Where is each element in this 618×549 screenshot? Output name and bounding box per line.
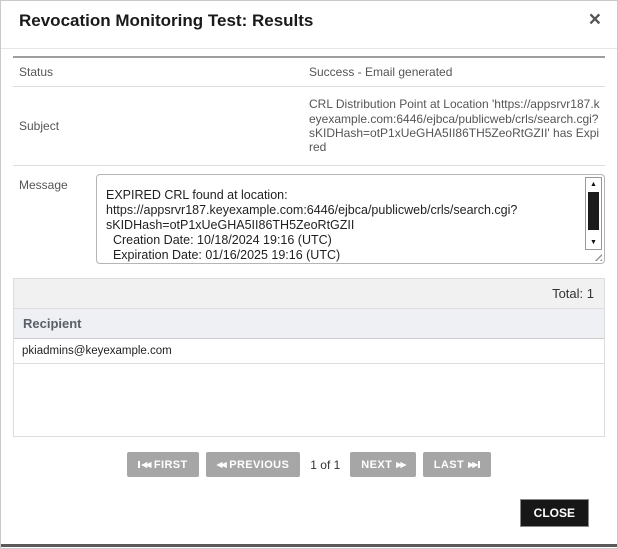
- dialog-header: Revocation Monitoring Test: Results ×: [1, 1, 617, 49]
- close-icon[interactable]: ×: [585, 11, 605, 30]
- first-page-icon: ◀◀: [138, 461, 150, 469]
- previous-page-label: PREVIOUS: [229, 459, 289, 471]
- page-status: 1 of 1: [310, 458, 340, 472]
- message-row: Message EXPIRED CRL found at location: h…: [13, 174, 605, 264]
- next-page-label: NEXT: [361, 459, 392, 471]
- subject-value: CRL Distribution Point at Location 'http…: [309, 87, 605, 166]
- next-page-button[interactable]: NEXT ▶▶: [350, 452, 415, 477]
- close-button[interactable]: CLOSE: [520, 499, 589, 527]
- last-page-label: LAST: [434, 459, 464, 471]
- dialog-footer: CLOSE: [13, 477, 605, 527]
- message-scrollbar[interactable]: ▲ ▼: [585, 177, 602, 250]
- results-table: Status Success - Email generated Subject…: [13, 56, 605, 166]
- recipients-table: Total: 1 Recipient pkiadmins@keyexample.…: [13, 278, 605, 437]
- scroll-down-icon[interactable]: ▼: [590, 239, 597, 249]
- scrollbar-thumb[interactable]: [588, 192, 599, 230]
- status-label: Status: [13, 57, 309, 87]
- last-page-button[interactable]: LAST ▶▶: [423, 452, 491, 477]
- previous-page-icon: ◀◀: [217, 461, 226, 469]
- next-page-icon: ▶▶: [396, 461, 405, 469]
- dialog-body: Status Success - Email generated Subject…: [1, 56, 617, 527]
- message-textarea[interactable]: EXPIRED CRL found at location: https://a…: [96, 174, 605, 264]
- table-row: pkiadmins@keyexample.com: [14, 339, 604, 364]
- status-value: Success - Email generated: [309, 57, 605, 87]
- table-row: Subject CRL Distribution Point at Locati…: [13, 87, 605, 166]
- empty-table-area: [14, 364, 604, 436]
- subject-label: Subject: [13, 87, 309, 166]
- total-count: Total: 1: [14, 279, 604, 309]
- dialog-title: Revocation Monitoring Test: Results: [19, 11, 313, 31]
- last-page-icon: ▶▶: [468, 461, 480, 469]
- message-label: Message: [13, 174, 96, 264]
- table-row: Status Success - Email generated: [13, 57, 605, 87]
- recipient-column-header: Recipient: [14, 309, 604, 339]
- pagination: ◀◀ FIRST ◀◀ PREVIOUS 1 of 1 NEXT ▶▶ LAST…: [13, 452, 605, 477]
- scroll-up-icon[interactable]: ▲: [590, 178, 597, 188]
- previous-page-button[interactable]: ◀◀ PREVIOUS: [206, 452, 301, 477]
- bottom-divider: [1, 544, 617, 547]
- first-page-label: FIRST: [154, 459, 188, 471]
- first-page-button[interactable]: ◀◀ FIRST: [127, 452, 198, 477]
- message-text: EXPIRED CRL found at location: https://a…: [97, 175, 604, 263]
